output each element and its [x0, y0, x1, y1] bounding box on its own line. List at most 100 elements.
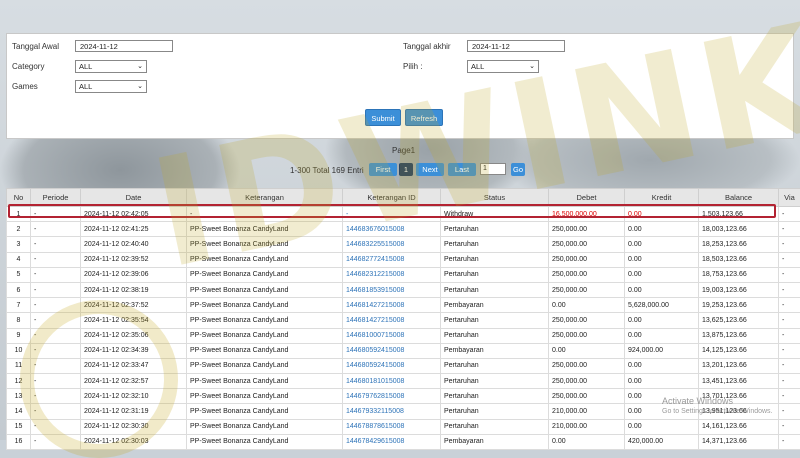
table-cell: -	[779, 328, 800, 343]
next-page-button[interactable]: Next	[416, 163, 444, 176]
table-cell[interactable]: 144682312215008	[343, 267, 441, 282]
table-cell[interactable]: 144679762815008	[343, 389, 441, 404]
table-cell: 18,253,123.66	[699, 237, 779, 252]
table-cell[interactable]: 144679332115008	[343, 404, 441, 419]
table-row[interactable]: 11-2024-11-12 02:33:47PP-Sweet Bonanza C…	[7, 358, 800, 373]
table-cell: Pertaruhan	[441, 358, 549, 373]
table-row[interactable]: 5-2024-11-12 02:39:06PP-Sweet Bonanza Ca…	[7, 267, 800, 282]
table-cell[interactable]: 144682772415008	[343, 252, 441, 267]
table-cell: 250,000.00	[549, 389, 625, 404]
refresh-button[interactable]: Refresh	[405, 109, 443, 126]
chevron-down-icon: ⌄	[529, 61, 535, 72]
table-cell: 8	[7, 313, 31, 328]
current-page-button[interactable]: 1	[399, 163, 413, 176]
table-cell: 2024-11-12 02:32:10	[81, 389, 187, 404]
table-cell: 250,000.00	[549, 252, 625, 267]
table-cell: -	[779, 313, 800, 328]
table-cell: Pertaruhan	[441, 282, 549, 297]
table-row[interactable]: 1-2024-11-12 02:42:05--Withdraw16,500,00…	[7, 207, 800, 222]
table-cell: 2024-11-12 02:41:25	[81, 222, 187, 237]
last-page-button[interactable]: Last	[448, 163, 476, 176]
table-cell[interactable]: 144681427215008	[343, 313, 441, 328]
table-row[interactable]: 2-2024-11-12 02:41:25PP-Sweet Bonanza Ca…	[7, 222, 800, 237]
table-cell: 9	[7, 328, 31, 343]
table-cell[interactable]: 144683225515008	[343, 237, 441, 252]
table-cell: Pembayaran	[441, 298, 549, 313]
table-cell: 250,000.00	[549, 313, 625, 328]
table-cell: -	[779, 343, 800, 358]
table-cell: 16	[7, 434, 31, 449]
table-row[interactable]: 15-2024-11-12 02:30:30PP-Sweet Bonanza C…	[7, 419, 800, 434]
table-cell: PP-Sweet Bonanza CandyLand	[187, 282, 343, 297]
table-cell: PP-Sweet Bonanza CandyLand	[187, 298, 343, 313]
submit-button[interactable]: Submit	[365, 109, 401, 126]
page-number-input[interactable]: 1	[480, 163, 506, 175]
table-cell: PP-Sweet Bonanza CandyLand	[187, 237, 343, 252]
table-cell: PP-Sweet Bonanza CandyLand	[187, 419, 343, 434]
table-cell[interactable]: 144683676015008	[343, 222, 441, 237]
table-cell: PP-Sweet Bonanza CandyLand	[187, 328, 343, 343]
table-cell: 0.00	[625, 358, 699, 373]
games-label: Games	[12, 82, 38, 91]
table-row[interactable]: 7-2024-11-12 02:37:52PP-Sweet Bonanza Ca…	[7, 298, 800, 313]
table-row[interactable]: 10-2024-11-12 02:34:39PP-Sweet Bonanza C…	[7, 343, 800, 358]
table-cell: 2024-11-12 02:30:03	[81, 434, 187, 449]
table-row[interactable]: 8-2024-11-12 02:35:54PP-Sweet Bonanza Ca…	[7, 313, 800, 328]
table-cell[interactable]: 144678878615008	[343, 419, 441, 434]
end-date-label: Tanggal akhir	[403, 42, 451, 51]
table-cell: 2024-11-12 02:38:19	[81, 282, 187, 297]
filter-panel: Tanggal Awal 2024-11-12 Tanggal akhir 20…	[6, 33, 794, 139]
table-row[interactable]: 16-2024-11-12 02:30:03PP-Sweet Bonanza C…	[7, 434, 800, 449]
go-button[interactable]: Go	[511, 163, 525, 176]
table-cell: 14,371,123.66	[699, 434, 779, 449]
table-cell: PP-Sweet Bonanza CandyLand	[187, 374, 343, 389]
table-cell: -	[31, 298, 81, 313]
table-cell[interactable]: 144680592415008	[343, 358, 441, 373]
table-cell[interactable]: 144681000715008	[343, 328, 441, 343]
table-cell: -	[779, 358, 800, 373]
column-header: No	[7, 189, 31, 207]
pilih-select[interactable]: ALL ⌄	[467, 60, 539, 73]
end-date-input[interactable]: 2024-11-12	[467, 40, 565, 52]
table-cell: PP-Sweet Bonanza CandyLand	[187, 389, 343, 404]
table-row[interactable]: 3-2024-11-12 02:40:40PP-Sweet Bonanza Ca…	[7, 237, 800, 252]
table-cell: Pembayaran	[441, 343, 549, 358]
table-cell: Pertaruhan	[441, 419, 549, 434]
table-cell: 250,000.00	[549, 222, 625, 237]
table-cell: -	[779, 419, 800, 434]
table-cell[interactable]: 144681853915008	[343, 282, 441, 297]
column-header: Date	[81, 189, 187, 207]
table-cell: 250,000.00	[549, 267, 625, 282]
table-cell: 5	[7, 267, 31, 282]
table-cell[interactable]: 144680592415008	[343, 343, 441, 358]
table-cell: Pembayaran	[441, 434, 549, 449]
table-cell: 2024-11-12 02:40:40	[81, 237, 187, 252]
table-cell: 2024-11-12 02:35:06	[81, 328, 187, 343]
column-header: Debet	[549, 189, 625, 207]
table-cell: 0.00	[549, 298, 625, 313]
games-select[interactable]: ALL ⌄	[75, 80, 147, 93]
table-cell: 2024-11-12 02:31:19	[81, 404, 187, 419]
table-cell[interactable]: 144681427215008	[343, 298, 441, 313]
table-cell: Pertaruhan	[441, 252, 549, 267]
table-row[interactable]: 12-2024-11-12 02:32:57PP-Sweet Bonanza C…	[7, 374, 800, 389]
table-cell: -	[31, 404, 81, 419]
table-cell: 6	[7, 282, 31, 297]
start-date-input[interactable]: 2024-11-12	[75, 40, 173, 52]
table-row[interactable]: 9 - 2024-11-12 02:35:06PP-Sweet Bonanza Ca…	[7, 328, 800, 343]
table-cell: Pertaruhan	[441, 404, 549, 419]
first-page-button[interactable]: First	[369, 163, 397, 176]
table-cell: 13,875,123.66	[699, 328, 779, 343]
table-cell: 210,000.00	[549, 404, 625, 419]
table-cell[interactable]: 144678429615008	[343, 434, 441, 449]
table-row[interactable]: 4-2024-11-12 02:39:52PP-Sweet Bonanza Ca…	[7, 252, 800, 267]
table-cell: PP-Sweet Bonanza CandyLand	[187, 222, 343, 237]
column-header: Keterangan	[187, 189, 343, 207]
table-cell: 18,503,123.66	[699, 252, 779, 267]
games-select-value: ALL	[79, 82, 92, 91]
table-row[interactable]: 6-2024-11-12 02:38:19PP-Sweet Bonanza Ca…	[7, 282, 800, 297]
table-cell: 13,201,123.66	[699, 358, 779, 373]
table-cell[interactable]: 144680181015008	[343, 374, 441, 389]
table-cell: 19,003,123.66	[699, 282, 779, 297]
category-select[interactable]: ALL ⌄	[75, 60, 147, 73]
